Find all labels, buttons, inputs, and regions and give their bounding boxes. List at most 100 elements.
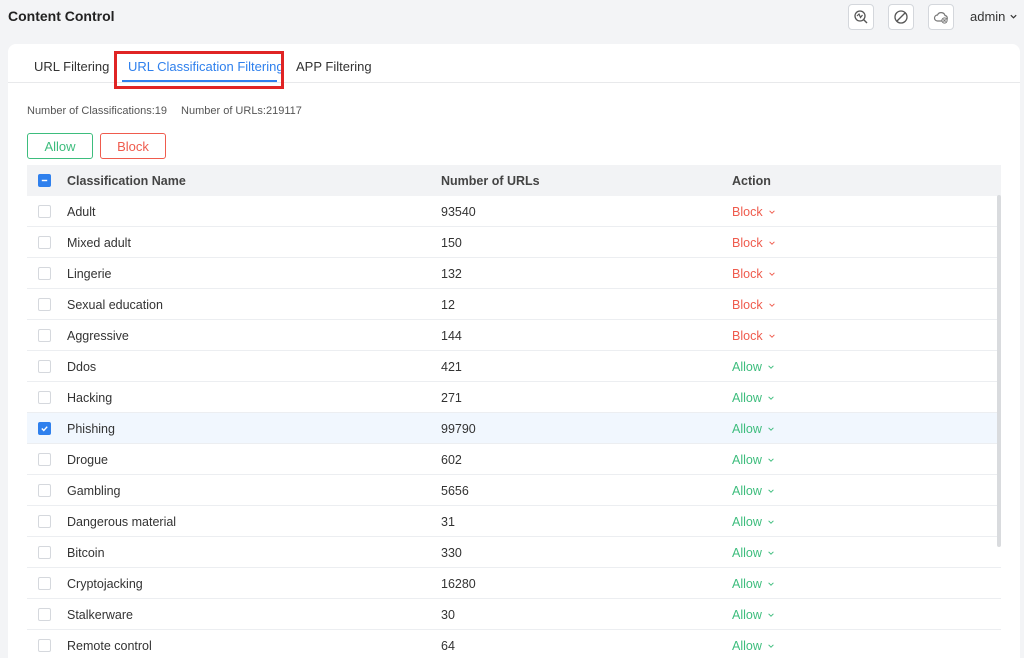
chevron-down-icon xyxy=(768,334,775,338)
row-checkbox[interactable] xyxy=(38,546,51,559)
chevron-down-icon xyxy=(768,458,774,462)
table-row[interactable]: Lingerie 132 Block xyxy=(27,258,1001,289)
cloud-button[interactable] xyxy=(928,4,954,30)
action-select[interactable]: Block xyxy=(732,205,776,219)
table-scrollbar[interactable] xyxy=(997,195,1001,547)
action-select[interactable]: Allow xyxy=(732,515,775,529)
table-row[interactable]: Dangerous material 31 Allow xyxy=(27,506,1001,537)
check-icon xyxy=(41,426,48,432)
url-count-value: 5656 xyxy=(441,484,469,498)
row-checkbox[interactable] xyxy=(38,515,51,528)
user-menu[interactable]: admin xyxy=(970,9,1018,24)
table-row[interactable]: Aggressive 144 Block xyxy=(27,320,1001,351)
url-count-value: 271 xyxy=(441,391,462,405)
table-row[interactable]: Drogue 602 Allow xyxy=(27,444,1001,475)
url-count-value: 16280 xyxy=(441,577,476,591)
table-row[interactable]: Remote control 64 Allow xyxy=(27,630,1001,658)
table-row[interactable]: Ddos 421 Allow xyxy=(27,351,1001,382)
action-select[interactable]: Block xyxy=(732,329,776,343)
chevron-down-icon xyxy=(768,303,775,307)
tab-highlight-box xyxy=(114,51,284,89)
action-label: Allow xyxy=(732,360,762,374)
action-select[interactable]: Block xyxy=(732,267,776,281)
cloud-icon xyxy=(933,12,948,24)
disable-button[interactable] xyxy=(888,4,914,30)
action-select[interactable]: Allow xyxy=(732,453,775,467)
url-count-value: 64 xyxy=(441,639,455,653)
action-select[interactable]: Block xyxy=(732,298,776,312)
table-row[interactable]: Gambling 5656 Allow xyxy=(27,475,1001,506)
table-row[interactable]: Sexual education 12 Block xyxy=(27,289,1001,320)
action-label: Block xyxy=(732,236,763,250)
chevron-down-icon xyxy=(768,644,774,648)
classification-name: Hacking xyxy=(67,391,113,405)
table-row[interactable]: Phishing 99790 Allow xyxy=(27,413,1001,444)
row-checkbox[interactable] xyxy=(38,360,51,373)
action-select[interactable]: Allow xyxy=(732,360,775,374)
chevron-down-icon xyxy=(768,210,775,214)
table-row[interactable]: Bitcoin 330 Allow xyxy=(27,537,1001,568)
action-label: Allow xyxy=(732,608,762,622)
row-checkbox[interactable] xyxy=(38,267,51,280)
summary-stats: Number of Classifications:19 Number of U… xyxy=(27,105,302,117)
page-title: Content Control xyxy=(8,8,115,24)
action-label: Allow xyxy=(732,391,762,405)
row-checkbox[interactable] xyxy=(38,422,51,435)
chevron-down-icon xyxy=(768,551,774,555)
table-row[interactable]: Cryptojacking 16280 Allow xyxy=(27,568,1001,599)
row-checkbox[interactable] xyxy=(38,329,51,342)
diagnostics-button[interactable] xyxy=(848,4,874,30)
row-checkbox[interactable] xyxy=(38,298,51,311)
row-checkbox[interactable] xyxy=(38,484,51,497)
action-select[interactable]: Allow xyxy=(732,639,775,653)
action-label: Block xyxy=(732,298,763,312)
table-body: Adult 93540 Block Mixed adult 150 Block Linger… xyxy=(27,196,1001,658)
classification-table: Classification Name Number of URLs Actio… xyxy=(27,165,1001,658)
url-count-value: 93540 xyxy=(441,205,476,219)
table-row[interactable]: Adult 93540 Block xyxy=(27,196,1001,227)
select-all-checkbox[interactable] xyxy=(38,174,51,187)
content-card: URL Filtering URL Classification Filteri… xyxy=(8,44,1020,658)
row-checkbox[interactable] xyxy=(38,639,51,652)
chevron-down-icon xyxy=(768,613,774,617)
chevron-down-icon xyxy=(768,396,774,400)
row-checkbox[interactable] xyxy=(38,577,51,590)
table-row[interactable]: Stalkerware 30 Allow xyxy=(27,599,1001,630)
chevron-down-icon xyxy=(768,365,774,369)
row-checkbox[interactable] xyxy=(38,236,51,249)
tab-app-filtering[interactable]: APP Filtering xyxy=(296,59,372,74)
action-select[interactable]: Allow xyxy=(732,546,775,560)
action-label: Allow xyxy=(732,546,762,560)
row-checkbox[interactable] xyxy=(38,608,51,621)
chevron-down-icon xyxy=(768,241,775,245)
row-checkbox[interactable] xyxy=(38,453,51,466)
row-checkbox[interactable] xyxy=(38,205,51,218)
allow-button[interactable]: Allow xyxy=(27,133,93,159)
classification-name: Gambling xyxy=(67,484,121,498)
classification-name: Remote control xyxy=(67,639,152,653)
action-label: Allow xyxy=(732,639,762,653)
header-action: Action xyxy=(732,174,771,188)
url-count-value: 150 xyxy=(441,236,462,250)
row-checkbox[interactable] xyxy=(38,391,51,404)
table-row[interactable]: Hacking 271 Allow xyxy=(27,382,1001,413)
classification-name: Ddos xyxy=(67,360,97,374)
action-select[interactable]: Allow xyxy=(732,577,775,591)
url-count-value: 421 xyxy=(441,360,462,374)
table-row[interactable]: Mixed adult 150 Block xyxy=(27,227,1001,258)
url-count-value: 132 xyxy=(441,267,462,281)
chevron-down-icon xyxy=(768,427,774,431)
tab-url-filtering[interactable]: URL Filtering xyxy=(34,59,109,74)
action-select[interactable]: Allow xyxy=(732,484,775,498)
block-button[interactable]: Block xyxy=(100,133,166,159)
top-bar: Content Control admin xyxy=(0,0,1024,36)
url-count-value: 30 xyxy=(441,608,455,622)
action-select[interactable]: Allow xyxy=(732,422,775,436)
action-label: Allow xyxy=(732,577,762,591)
diagnostics-icon xyxy=(854,10,868,24)
action-select[interactable]: Block xyxy=(732,236,776,250)
url-count-value: 330 xyxy=(441,546,462,560)
action-select[interactable]: Allow xyxy=(732,391,775,405)
classification-name: Phishing xyxy=(67,422,115,436)
action-select[interactable]: Allow xyxy=(732,608,775,622)
